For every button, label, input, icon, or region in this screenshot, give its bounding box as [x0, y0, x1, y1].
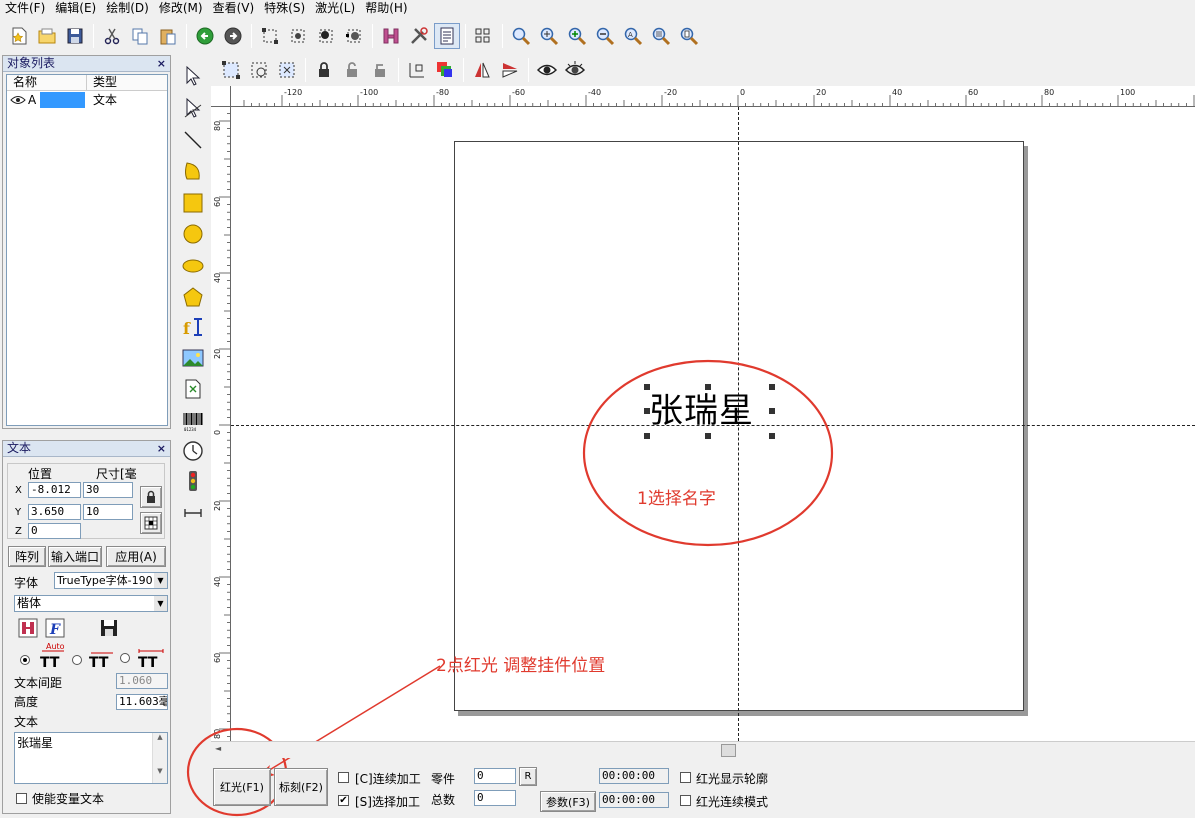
annotation-step2: 2点红光 调整挂件位置 — [436, 656, 606, 676]
red-light-button[interactable]: 红光(F1) — [213, 768, 271, 806]
annotation-overlay — [186, 359, 834, 817]
annotation-circle-text — [582, 359, 834, 547]
parts-label: 零件 — [431, 772, 456, 786]
continuous-label: [C]连续加工 — [355, 772, 421, 786]
red-continuous-label: 红光连续模式 — [696, 795, 769, 809]
annotation-step1: 1选择名字 — [637, 489, 716, 509]
red-outline-checkbox[interactable] — [680, 772, 691, 783]
select-process-checkbox[interactable]: ✔ — [338, 795, 349, 806]
time-elapsed: 00:00:00 — [599, 768, 669, 784]
horizontal-scrollbar[interactable]: ◄ — [211, 741, 1195, 758]
red-continuous-checkbox[interactable] — [680, 795, 691, 806]
continuous-checkbox[interactable] — [338, 772, 349, 783]
annotation-arrow-line — [257, 665, 441, 778]
mark-button[interactable]: 标刻(F2) — [274, 768, 328, 806]
scroll-thumb[interactable] — [721, 744, 736, 757]
parts-input[interactable]: 0 — [474, 768, 516, 784]
select-process-label: [S]选择加工 — [355, 795, 420, 809]
red-outline-label: 红光显示轮廓 — [696, 772, 769, 786]
scroll-left-icon[interactable]: ◄ — [215, 744, 221, 753]
total-label: 总数 — [431, 793, 456, 807]
time-total: 00:00:00 — [599, 792, 669, 808]
total-input[interactable]: 0 — [474, 790, 516, 806]
reset-parts-button[interactable]: R — [519, 767, 537, 786]
params-button[interactable]: 参数(F3) — [540, 791, 596, 812]
